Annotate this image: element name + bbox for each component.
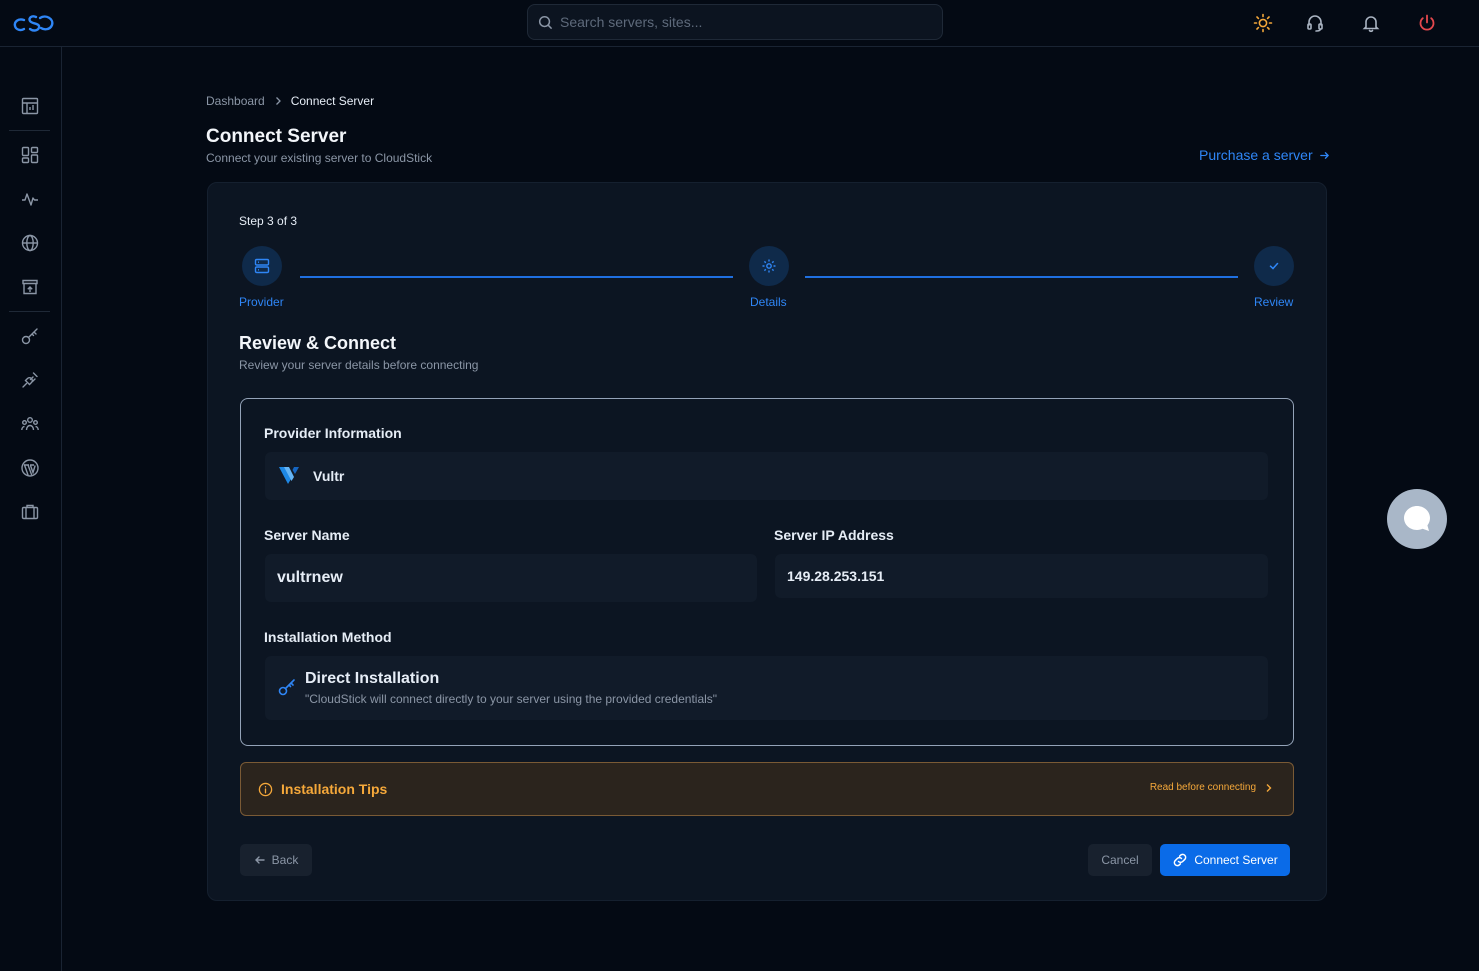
page-subtitle: Connect your existing server to CloudSti…	[206, 151, 433, 165]
info-icon	[258, 782, 273, 797]
step-connector	[805, 276, 1238, 278]
read-before-connecting-link[interactable]: Read before connecting	[1150, 782, 1273, 793]
provider-info-label: Provider Information	[264, 425, 402, 441]
install-method-description: "CloudStick will connect directly to you…	[305, 692, 718, 706]
vultr-logo-icon	[279, 467, 299, 484]
plug-icon[interactable]	[19, 369, 41, 391]
review-title: Review & Connect	[239, 333, 397, 353]
server-name-label: Server Name	[264, 527, 350, 543]
arrow-left-icon	[254, 856, 265, 864]
chevron-right-icon	[275, 97, 281, 105]
installation-tips-banner[interactable]: Installation Tips Read before connecting	[240, 762, 1294, 816]
activity-icon[interactable]	[19, 188, 41, 210]
sun-icon[interactable]	[1252, 12, 1274, 34]
cloudstick-logo[interactable]	[12, 10, 56, 36]
store-upload-icon[interactable]	[19, 276, 41, 298]
installation-tips-title: Installation Tips	[281, 781, 388, 797]
sidebar-divider	[9, 311, 50, 312]
sidebar	[0, 47, 62, 971]
bell-icon[interactable]	[1360, 12, 1382, 34]
search-input[interactable]	[560, 5, 930, 39]
server-ip-label: Server IP Address	[774, 527, 894, 543]
breadcrumb: Dashboard Connect Server	[206, 94, 374, 108]
dashboard-report-icon[interactable]	[19, 95, 41, 117]
step-label-provider: Provider	[239, 295, 284, 309]
step-provider[interactable]	[242, 246, 282, 286]
purchase-server-link[interactable]: Purchase a server	[1199, 147, 1330, 163]
breadcrumb-dashboard-link[interactable]: Dashboard	[206, 94, 265, 108]
install-method-title: Direct Installation	[305, 670, 440, 687]
provider-field	[265, 452, 1268, 500]
chat-bubble-icon	[1404, 506, 1430, 531]
link-icon	[1174, 853, 1187, 867]
chat-widget-button[interactable]	[1387, 489, 1447, 549]
connect-server-label: Connect Server	[1194, 853, 1278, 867]
apps-grid-icon[interactable]	[19, 144, 41, 166]
back-label: Back	[271, 853, 299, 867]
search-icon	[538, 15, 553, 30]
top-bar	[0, 0, 1479, 47]
team-icon[interactable]	[19, 413, 41, 435]
server-stack-icon	[254, 258, 270, 274]
step-label-details: Details	[750, 295, 787, 309]
install-method-label: Installation Method	[264, 629, 392, 645]
wordpress-icon[interactable]	[19, 457, 41, 479]
breadcrumb-current: Connect Server	[290, 94, 375, 108]
review-subtitle: Review your server details before connec…	[239, 358, 479, 372]
cancel-label: Cancel	[1101, 853, 1139, 867]
globe-icon[interactable]	[19, 232, 41, 254]
provider-name: Vultr	[313, 468, 345, 484]
back-button[interactable]: Back	[240, 844, 312, 876]
step-label-review: Review	[1254, 295, 1294, 309]
briefcase-icon[interactable]	[19, 501, 41, 523]
server-ip-value: 149.28.253.151	[787, 568, 885, 584]
server-name-value: vultrnew	[277, 569, 343, 586]
gear-icon	[762, 259, 776, 273]
step-connector	[300, 276, 733, 278]
arrow-right-icon	[1319, 151, 1329, 159]
sidebar-divider	[9, 130, 50, 131]
headset-icon[interactable]	[1304, 12, 1326, 34]
search-box[interactable]	[527, 4, 943, 40]
cancel-button[interactable]: Cancel	[1088, 844, 1152, 876]
page-title: Connect Server	[206, 126, 347, 147]
step-count: Step 3 of 3	[239, 214, 298, 228]
install-method-field	[265, 656, 1268, 720]
step-details[interactable]	[749, 246, 789, 286]
purchase-server-label: Purchase a server	[1199, 147, 1313, 163]
chevron-right-icon	[1266, 783, 1272, 792]
power-icon[interactable]	[1416, 12, 1438, 34]
check-icon	[1269, 262, 1279, 270]
key-icon[interactable]	[19, 325, 41, 347]
step-review[interactable]	[1254, 246, 1294, 286]
connect-server-button[interactable]: Connect Server	[1160, 844, 1290, 876]
key-icon	[278, 679, 295, 696]
read-before-connecting-label: Read before connecting	[1149, 782, 1256, 793]
